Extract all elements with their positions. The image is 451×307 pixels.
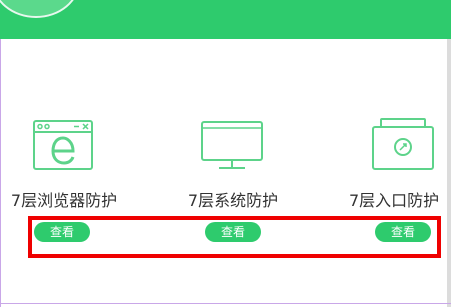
browser-window-e-icon bbox=[33, 120, 93, 170]
feature-label-entry: 7层入口防护 bbox=[349, 191, 440, 210]
logo-badge bbox=[0, 0, 80, 18]
top-header-bar bbox=[0, 0, 451, 39]
feature-label-system: 7层系统防护 bbox=[187, 191, 279, 210]
window-bottom-border bbox=[0, 303, 451, 304]
window-left-border bbox=[0, 39, 1, 307]
entry-window-icon bbox=[372, 118, 434, 170]
highlight-annotation-box bbox=[28, 216, 441, 258]
monitor-icon bbox=[201, 121, 263, 169]
window-right-border bbox=[447, 39, 451, 307]
feature-label-browser: 7层浏览器防护 bbox=[10, 191, 118, 210]
